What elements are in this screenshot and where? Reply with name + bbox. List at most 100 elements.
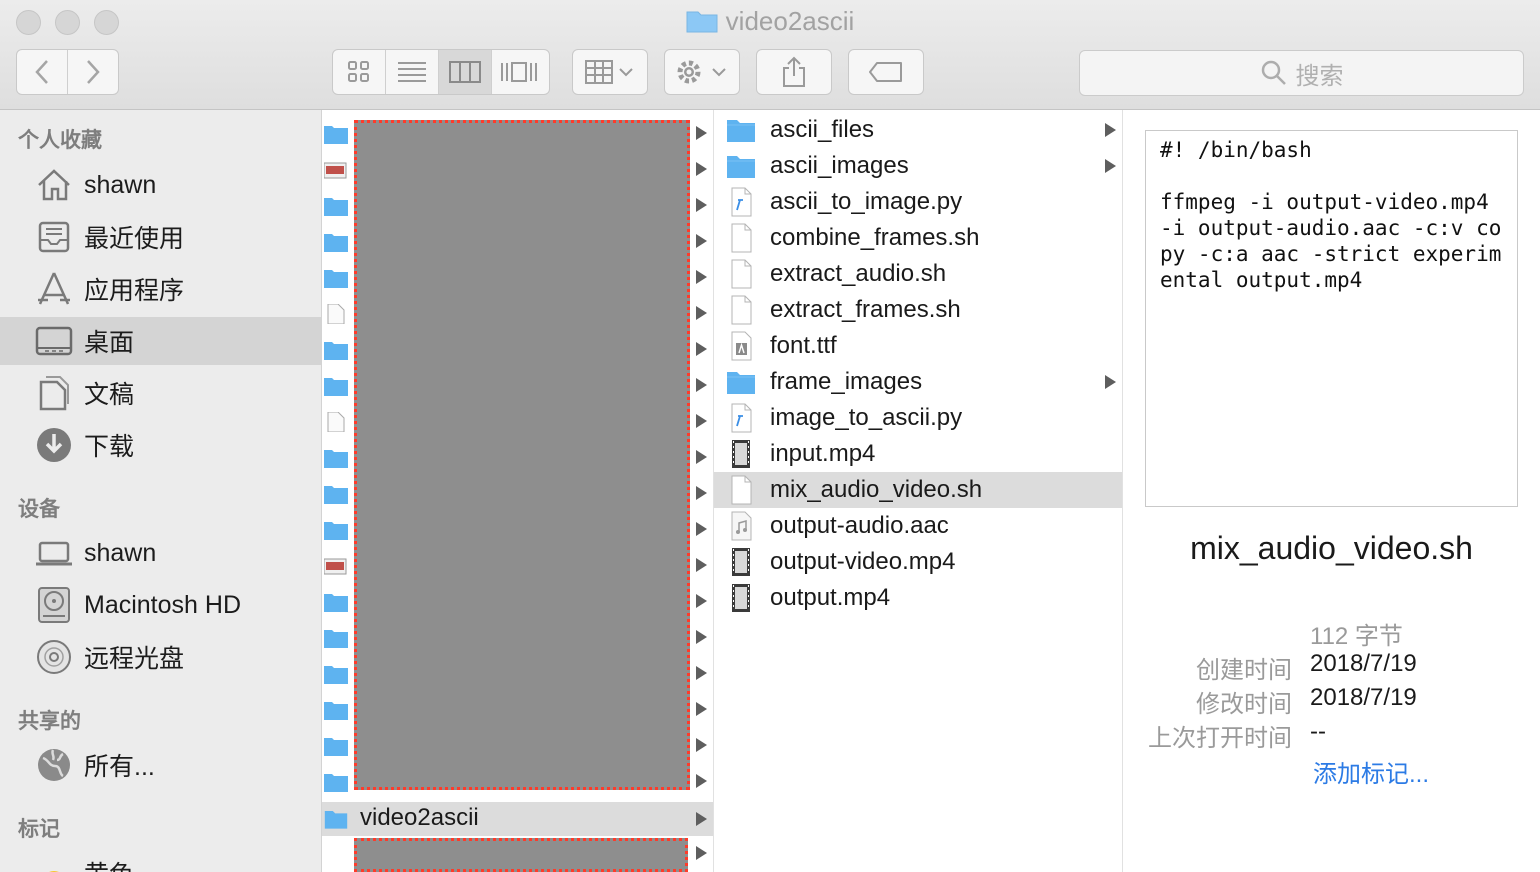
share-button[interactable] (756, 49, 832, 95)
recents-icon (38, 221, 70, 253)
folder-icon (324, 594, 348, 612)
file-row[interactable]: ascii_to_image.py (714, 184, 1122, 220)
folder-icon (324, 126, 348, 144)
folder-icon (324, 198, 348, 216)
sidebar-item-all-shared[interactable]: 所有... (0, 741, 321, 789)
image-file-icon (324, 162, 347, 179)
document-icon (731, 259, 752, 289)
file-row[interactable]: input.mp4 (714, 436, 1122, 472)
file-name: font.ttf (770, 332, 837, 359)
preview-thumbnail: #! /bin/bash ffmpeg -i output-video.mp4 … (1145, 130, 1518, 507)
file-row[interactable]: image_to_ascii.py (714, 400, 1122, 436)
column-item-video2ascii[interactable]: video2ascii (322, 802, 713, 836)
add-tags-link[interactable]: 添加标记... (1313, 754, 1429, 789)
forward-button[interactable] (68, 50, 119, 94)
arrange-icon (585, 60, 633, 84)
action-button[interactable] (664, 49, 740, 95)
window-toolbar: video2ascii 搜索 (0, 0, 1540, 110)
file-name: extract_audio.sh (770, 260, 947, 287)
icon-view-icon (348, 61, 369, 82)
folder-row[interactable]: ascii_files (714, 112, 1122, 148)
folder-icon (324, 738, 348, 756)
folder-icon (324, 666, 348, 684)
disclosure-arrow-icon (696, 378, 707, 392)
file-name: image_to_ascii.py (770, 404, 963, 431)
gallery-view-button[interactable] (492, 50, 545, 94)
disclosure-arrow-icon (696, 594, 707, 608)
meta-last-opened-label: 上次打开时间 (1148, 725, 1292, 752)
disclosure-arrow-icon (696, 414, 707, 428)
file-row[interactable]: extract_audio.sh (714, 256, 1122, 292)
sidebar-item-laptop[interactable]: shawn (0, 529, 321, 577)
sidebar-section-favorites: 个人收藏 (18, 129, 102, 152)
disclosure-arrow-icon (696, 450, 707, 464)
column-view-button[interactable] (439, 50, 492, 94)
redacted-region (354, 838, 688, 872)
disclosure-arrow-icon (696, 234, 707, 248)
sidebar-item-desktop[interactable]: 桌面 (0, 317, 321, 365)
disclosure-arrow-icon (696, 666, 707, 680)
file-name: output.mp4 (770, 584, 891, 611)
file-row[interactable]: combine_frames.sh (714, 220, 1122, 256)
sidebar-item-label: 桌面 (84, 329, 135, 357)
folder-icon (727, 156, 755, 178)
disclosure-arrow-icon (696, 774, 707, 788)
file-row[interactable]: output.mp4 (714, 580, 1122, 616)
sidebar-section-shared: 共享的 (18, 710, 81, 733)
back-button[interactable] (17, 50, 68, 94)
sidebar-item-label: shawn (84, 170, 157, 199)
preview-size: 112 字节 (1310, 623, 1403, 650)
folder-icon (727, 120, 755, 142)
gallery-view-icon (500, 62, 537, 82)
disclosure-arrow-icon (696, 522, 707, 536)
remote-disc-icon (37, 640, 71, 674)
sidebar-item-macintosh-hd[interactable]: Macintosh HD (0, 581, 321, 629)
icon-view-button[interactable] (333, 50, 386, 94)
file-name: ascii_to_image.py (770, 188, 963, 215)
folder-icon (686, 11, 718, 33)
search-field[interactable]: 搜索 (1079, 50, 1524, 96)
python-file-icon (731, 403, 752, 433)
sidebar-item-recents[interactable]: 最近使用 (0, 213, 321, 261)
file-row[interactable]: mix_audio_video.sh (714, 472, 1122, 508)
disclosure-arrow-icon (1105, 159, 1116, 173)
sidebar-item-documents[interactable]: 文稿 (0, 369, 321, 417)
folder-row[interactable]: ascii_images (714, 148, 1122, 184)
forward-icon (86, 60, 100, 84)
disclosure-arrow-icon (696, 738, 707, 752)
sidebar-item-applications[interactable]: 应用程序 (0, 265, 321, 313)
file-row[interactable]: output-video.mp4 (714, 544, 1122, 580)
disclosure-arrow-icon (696, 486, 707, 500)
folder-icon (324, 270, 348, 288)
file-row[interactable]: output-audio.aac (714, 508, 1122, 544)
laptop-icon (36, 541, 72, 566)
action-gear-icon (677, 60, 726, 84)
sidebar-item-downloads[interactable]: 下载 (0, 421, 321, 469)
tag-button[interactable] (848, 49, 924, 95)
meta-created-label: 创建时间 (1196, 657, 1292, 684)
video-file-icon (732, 548, 750, 576)
arrange-button[interactable] (572, 49, 648, 95)
sidebar-item-home[interactable]: shawn (0, 161, 321, 209)
list-view-button[interactable] (386, 50, 439, 94)
file-row[interactable]: extract_frames.sh (714, 292, 1122, 328)
document-icon (731, 295, 752, 325)
python-file-icon (731, 187, 752, 217)
disclosure-arrow-icon (1105, 123, 1116, 137)
audio-file-icon (731, 511, 752, 541)
file-row[interactable]: font.ttf (714, 328, 1122, 364)
folder-row[interactable]: frame_images (714, 364, 1122, 400)
meta-modified-value: 2018/7/19 (1310, 684, 1417, 711)
sidebar-item-remote-disc[interactable]: 远程光盘 (0, 633, 321, 681)
folder-icon (324, 450, 348, 468)
column-video2ascii: ascii_files ascii_images ascii_to_image.py… (714, 110, 1123, 872)
preview-filename: mix_audio_video.sh (1190, 530, 1473, 566)
image-file-icon (324, 558, 347, 575)
document-icon (327, 304, 345, 324)
search-placeholder: 搜索 (1295, 62, 1344, 90)
sidebar-item-tag-yellow[interactable]: 黄色 (0, 845, 321, 872)
redacted-region (354, 120, 690, 790)
preview-pane: #! /bin/bash ffmpeg -i output-video.mp4 … (1123, 110, 1540, 872)
column-view-icon (449, 61, 481, 83)
column-item-label: video2ascii (360, 804, 479, 831)
